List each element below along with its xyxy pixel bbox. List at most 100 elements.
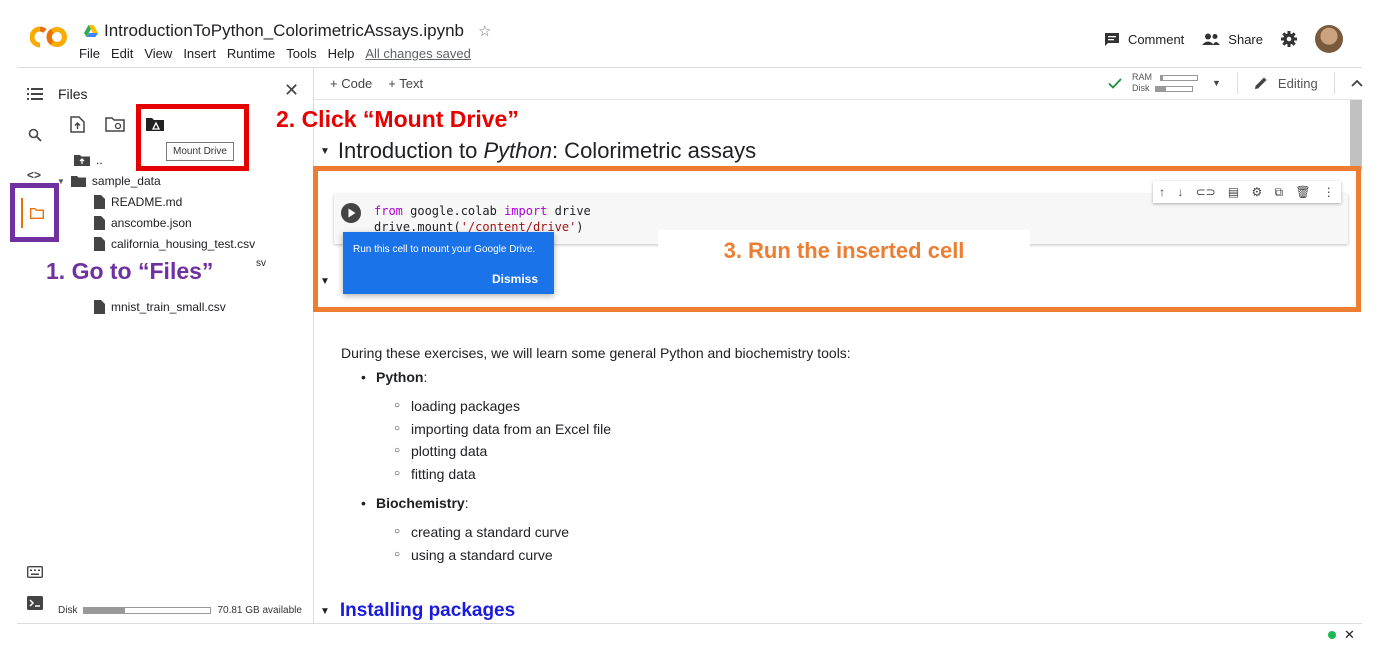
code-snippets-icon[interactable]: <>: [27, 168, 41, 182]
google-drive-icon: [84, 25, 98, 37]
title-emphasis: Python: [483, 138, 552, 163]
left-rail: <>: [17, 68, 53, 623]
pencil-icon: [1254, 76, 1268, 90]
refresh-folder-icon[interactable]: [105, 116, 125, 133]
resources-indicator[interactable]: RAM Disk: [1132, 72, 1198, 94]
menu-tools[interactable]: Tools: [286, 46, 316, 61]
tree-item-parent[interactable]: ..: [74, 153, 103, 167]
menu-runtime[interactable]: Runtime: [227, 46, 275, 61]
intro-text: During these exercises, we will learn so…: [341, 345, 851, 361]
search-icon[interactable]: [28, 128, 42, 142]
close-icon[interactable]: ✕: [284, 80, 299, 101]
list-item: fitting data: [394, 463, 476, 485]
caret-down-icon[interactable]: ▼: [1212, 78, 1221, 88]
table-of-contents-icon[interactable]: [27, 88, 43, 100]
star-icon[interactable]: ☆: [478, 22, 491, 40]
caret-down-icon[interactable]: ▼: [320, 606, 330, 617]
caret-down-icon[interactable]: ▼: [320, 146, 330, 157]
menu-edit[interactable]: Edit: [111, 46, 133, 61]
menu-file[interactable]: File: [79, 46, 100, 61]
section-heading: ▼ Introduction to Python: Colorimetric a…: [320, 138, 756, 164]
header-actions: Comment Share: [1104, 25, 1343, 53]
files-panel-title: Files: [58, 86, 88, 102]
disk-usage: Disk 70.81 GB available: [58, 605, 302, 616]
avatar[interactable]: [1315, 25, 1343, 53]
tree-item-label: mnist_train_small.csv: [111, 300, 226, 314]
list-item: loading packages: [394, 395, 520, 417]
menu-view[interactable]: View: [144, 46, 172, 61]
notebook-title-row: IntroductionToPython_ColorimetricAssays.…: [84, 21, 491, 41]
tree-item-label: README.md: [111, 195, 183, 209]
tree-item-file[interactable]: mnist_train_small.csv: [94, 300, 226, 314]
ram-bar: [1160, 74, 1198, 81]
connected-dot-icon: [1328, 631, 1336, 639]
file-icon: [94, 195, 105, 209]
title-part: : Colorimetric assays: [551, 138, 757, 163]
tree-item-sample-data[interactable]: ▼ sample_data: [57, 174, 161, 188]
comment-icon: [1104, 32, 1120, 47]
comment-button[interactable]: Comment: [1104, 32, 1184, 47]
disk-fill: [1155, 86, 1167, 91]
folder-icon: [70, 175, 86, 187]
disk-label: Disk: [1132, 83, 1150, 93]
disk-usage-fill: [84, 608, 125, 613]
chevron-up-icon[interactable]: [1351, 79, 1363, 87]
file-icon: [94, 237, 105, 251]
markdown-cell[interactable]: During these exercises, we will learn so…: [341, 342, 1041, 572]
runtime-status: RAM Disk ▼ Editing: [1108, 72, 1363, 94]
tree-item-label: anscombe.json: [111, 216, 192, 230]
file-icon: [94, 300, 105, 314]
save-status[interactable]: All changes saved: [365, 46, 471, 61]
menu-insert[interactable]: Insert: [183, 46, 216, 61]
add-code-button[interactable]: + Code: [330, 76, 372, 91]
close-icon[interactable]: ✕: [1344, 627, 1355, 643]
step-1-annotation: 1. Go to “Files”: [46, 258, 214, 284]
list-item: using a standard curve: [394, 544, 553, 566]
list-item: Python:: [361, 366, 427, 388]
notebook-name[interactable]: IntroductionToPython_ColorimetricAssays.…: [104, 21, 464, 41]
step-2-annotation: 2. Click “Mount Drive”: [276, 106, 519, 132]
tree-item-file[interactable]: anscombe.json: [94, 216, 192, 230]
connection-status: ✕: [1328, 627, 1355, 643]
files-highlight: [10, 183, 59, 242]
terminal-icon[interactable]: [27, 596, 43, 610]
tree-item-file-partial[interactable]: sv: [256, 258, 266, 269]
disk-label: Disk: [58, 605, 78, 616]
tree-item-label: ..: [96, 153, 103, 167]
editing-mode[interactable]: Editing: [1278, 76, 1318, 91]
ram-label: RAM: [1132, 72, 1152, 82]
step-3-annotation: 3. Run the inserted cell: [658, 230, 1030, 272]
list-heading: Python: [376, 369, 424, 385]
footer-divider: [17, 623, 1362, 624]
disk-available: 70.81 GB available: [217, 605, 302, 616]
divider: [1333, 72, 1335, 94]
share-label: Share: [1228, 31, 1263, 47]
share-button[interactable]: Share: [1202, 32, 1263, 47]
comment-label: Comment: [1127, 31, 1185, 47]
list-item: plotting data: [394, 440, 487, 462]
mount-drive-highlight: [136, 104, 249, 171]
scrollbar-thumb[interactable]: [1350, 100, 1362, 170]
divider: [1236, 72, 1238, 94]
folder-up-icon: [74, 154, 90, 166]
keyboard-icon[interactable]: [27, 566, 43, 578]
tree-item-label: sv: [256, 258, 266, 269]
file-tree: .. ▼ sample_data README.md anscombe.json…: [57, 153, 314, 323]
tree-item-file[interactable]: california_housing_test.csv: [94, 237, 255, 251]
disk-bar: [1154, 85, 1193, 92]
tree-item-file[interactable]: README.md: [94, 195, 182, 209]
installing-title[interactable]: Installing packages: [340, 600, 515, 622]
people-icon: [1202, 33, 1221, 45]
toolbar-divider: [314, 99, 1362, 100]
checkmark-icon: [1108, 77, 1122, 89]
ram-fill: [1161, 75, 1163, 80]
add-text-button[interactable]: + Text: [388, 76, 423, 91]
list-heading: Biochemistry: [376, 495, 465, 511]
list-item: creating a standard curve: [394, 521, 569, 543]
disk-usage-bar: [83, 607, 212, 614]
upload-icon[interactable]: [70, 116, 85, 133]
file-icon: [94, 216, 105, 230]
colab-logo[interactable]: [30, 26, 68, 48]
menu-help[interactable]: Help: [328, 46, 355, 61]
gear-icon[interactable]: [1281, 31, 1297, 47]
